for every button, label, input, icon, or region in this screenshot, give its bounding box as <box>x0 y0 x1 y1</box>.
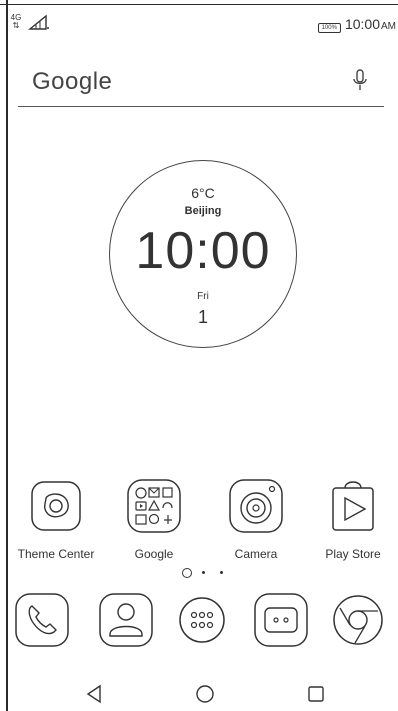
status-time-value: 10:00 <box>344 16 380 32</box>
app-label: Google <box>134 547 174 561</box>
theme-center-icon[interactable] <box>26 476 86 536</box>
chrome-icon[interactable] <box>328 590 388 650</box>
google-search-label[interactable]: Google <box>32 68 112 96</box>
city-name: Beijing <box>184 205 222 217</box>
network-indicator: 4G ⇅ <box>10 14 22 30</box>
app-drawer-icon[interactable] <box>172 590 232 650</box>
page-dot-active[interactable] <box>182 568 192 578</box>
app-theme-center[interactable]: Theme Center <box>16 476 96 561</box>
data-arrows-icon: ⇅ <box>12 21 20 30</box>
status-right: 100% 10:00AM <box>317 16 396 34</box>
battery-icon: 100% <box>317 23 341 33</box>
page-indicator[interactable] <box>178 566 228 578</box>
phone-icon[interactable] <box>12 590 72 650</box>
messages-icon[interactable] <box>251 590 311 650</box>
play-store-icon[interactable] <box>323 476 383 536</box>
app-play-store[interactable]: Play Store <box>313 476 393 561</box>
date-number: 1 <box>197 307 208 327</box>
status-left: 4G ⇅ <box>10 14 50 30</box>
google-folder-icon[interactable] <box>124 476 184 536</box>
mic-icon[interactable] <box>352 68 368 94</box>
app-label: Theme Center <box>17 547 95 561</box>
app-google-folder[interactable]: Google <box>114 476 194 561</box>
screen-left-border <box>6 0 8 711</box>
google-search-bar[interactable]: Google <box>18 58 384 107</box>
status-bar: 4G ⇅ 100% 10:00AM <box>10 10 398 40</box>
contacts-icon[interactable] <box>96 590 156 650</box>
navigation-bar <box>0 676 398 711</box>
signal-icon <box>28 14 49 30</box>
app-camera[interactable]: Camera <box>216 476 296 561</box>
temperature: 6°C <box>191 185 215 201</box>
weekday: Fri <box>197 291 209 302</box>
screen-top-border <box>0 0 398 5</box>
back-icon[interactable] <box>80 680 108 708</box>
camera-icon[interactable] <box>226 476 286 536</box>
app-label: Camera <box>234 547 278 561</box>
status-time: 10:00AM <box>345 16 396 34</box>
recents-icon[interactable] <box>302 680 330 708</box>
clock-time: 10:00 <box>135 222 271 280</box>
page-dot[interactable] <box>202 571 205 574</box>
page-dot[interactable] <box>220 571 223 574</box>
status-ampm: AM <box>381 21 396 32</box>
home-icon[interactable] <box>191 680 219 708</box>
clock-weather-widget[interactable]: 6°C Beijing 10:00 Fri 1 <box>109 160 297 348</box>
app-label: Play Store <box>325 547 381 561</box>
